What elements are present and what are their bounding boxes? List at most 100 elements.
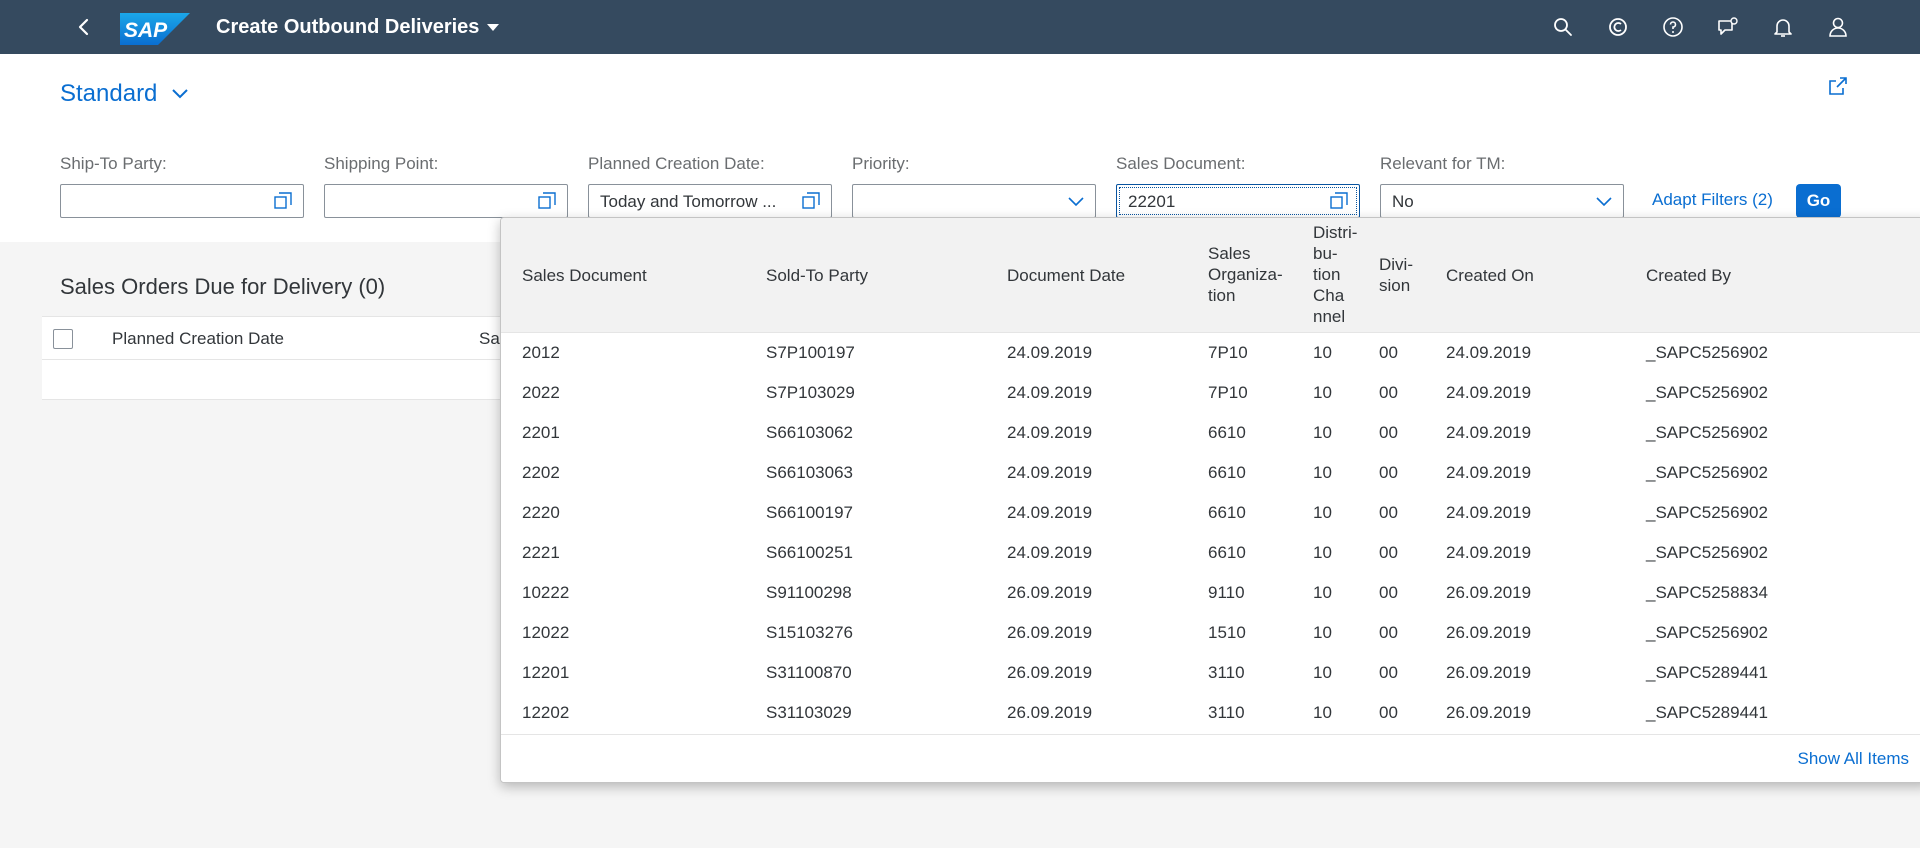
- cell-sold-to-party: S7P103029: [766, 383, 855, 402]
- value-help-icon[interactable]: [273, 191, 293, 211]
- cell-division: 00: [1379, 463, 1398, 482]
- suggestion-row[interactable]: 10222 S91100298 26.09.2019 9110 10 00 26.09.20…: [501, 573, 1920, 613]
- cell-created-on: 26.09.2019: [1446, 623, 1532, 642]
- cell-sales-document: 2022: [522, 383, 560, 402]
- suggestion-row[interactable]: 2012 S7P100197 24.09.2019 7P10 10 00 24.09.201…: [501, 333, 1920, 373]
- cell-sales-organization: 7P10: [1208, 383, 1248, 402]
- suggestion-row[interactable]: 12022 S15103276 26.09.2019 1510 10 00 26.09.20…: [501, 613, 1920, 653]
- cell-document-date: 26.09.2019: [1007, 583, 1093, 602]
- cell-sold-to-party: S66100197: [766, 503, 853, 522]
- cell-sales-organization: 3110: [1208, 663, 1245, 682]
- cell-created-by: _SAPC5289441: [1646, 703, 1768, 722]
- user-icon[interactable]: [1826, 15, 1850, 39]
- go-button[interactable]: Go: [1796, 184, 1841, 218]
- caret-down-icon: [487, 23, 500, 31]
- cell-sold-to-party: S91100298: [766, 583, 852, 602]
- column-header-sales-document[interactable]: Sa: [479, 329, 500, 349]
- back-icon[interactable]: [72, 15, 96, 39]
- show-all-items-link[interactable]: Show All Items: [1798, 749, 1910, 769]
- cell-sales-organization: 6610: [1208, 423, 1246, 442]
- chevron-down-icon[interactable]: [1595, 193, 1613, 211]
- filter-sales-document: Sales Document: 22201: [1116, 154, 1360, 218]
- cell-sales-document: 12022: [522, 623, 570, 642]
- filter-shipping-point: Shipping Point:: [324, 154, 568, 218]
- value-help-icon[interactable]: [801, 191, 821, 211]
- header-created-on: Created On: [1446, 266, 1534, 285]
- filter-label: Sales Document:: [1116, 154, 1246, 173]
- app-title: Create Outbound Deliveries: [216, 15, 480, 38]
- ship-to-party-input[interactable]: [60, 184, 304, 218]
- suggestion-row[interactable]: 2220 S66100197 24.09.2019 6610 10 00 24.09.201…: [501, 493, 1920, 533]
- cell-sales-document: 2012: [522, 343, 560, 362]
- suggestion-row[interactable]: 2202 S66103063 24.09.2019 6610 10 00 24.09.201…: [501, 453, 1920, 493]
- cell-distribution-channel: 10: [1313, 703, 1332, 722]
- cell-division: 00: [1379, 503, 1398, 522]
- cell-created-on: 24.09.2019: [1446, 343, 1532, 362]
- help-icon[interactable]: [1661, 15, 1685, 39]
- cell-sales-document: 2220: [522, 503, 560, 522]
- cell-created-by: _SAPC5256902: [1646, 623, 1768, 642]
- share-icon[interactable]: [1826, 74, 1850, 98]
- chevron-down-icon: [172, 89, 189, 99]
- cell-created-by: _SAPC5256902: [1646, 383, 1768, 402]
- suggestions-footer: Show All Items: [501, 734, 1920, 782]
- shell-bar: SAP Create Outbound Deliveries: [0, 0, 1920, 54]
- filter-planned-creation-date: Planned Creation Date: Today and Tomorro…: [588, 154, 832, 218]
- sap-logo[interactable]: SAP: [120, 13, 190, 45]
- suggestion-row[interactable]: 12202 S31103029 26.09.2019 3110 10 00 26.09.20…: [501, 693, 1920, 733]
- planned-creation-date-input[interactable]: Today and Tomorrow ...: [588, 184, 832, 218]
- cell-division: 00: [1379, 703, 1398, 722]
- filter-value: Today and Tomorrow ...: [600, 192, 777, 211]
- suggestion-row[interactable]: 2221 S66100251 24.09.2019 6610 10 00 24.09.201…: [501, 533, 1920, 573]
- select-all-checkbox[interactable]: [53, 329, 73, 349]
- cell-created-by: _SAPC5289441: [1646, 663, 1768, 682]
- suggestion-row[interactable]: 2022 S7P103029 24.09.2019 7P10 10 00 24.09.201…: [501, 373, 1920, 413]
- cell-sales-document: 12201: [522, 663, 570, 682]
- cell-division: 00: [1379, 663, 1398, 682]
- chevron-down-icon[interactable]: [1067, 193, 1085, 211]
- column-header-planned-creation-date[interactable]: Planned Creation Date: [112, 329, 284, 349]
- cell-created-on: 24.09.2019: [1446, 503, 1532, 522]
- cell-division: 00: [1379, 343, 1398, 362]
- header-created-by: Created By: [1646, 266, 1732, 285]
- copilot-icon[interactable]: [1606, 15, 1630, 39]
- header-sales-organization: Sales Organiza- tion: [1208, 244, 1283, 305]
- cell-division: 00: [1379, 383, 1398, 402]
- cell-document-date: 24.09.2019: [1007, 383, 1093, 402]
- cell-created-on: 24.09.2019: [1446, 383, 1532, 402]
- table-title: Sales Orders Due for Delivery (0): [60, 274, 386, 299]
- cell-distribution-channel: 10: [1313, 623, 1332, 642]
- cell-sales-organization: 1510: [1208, 623, 1246, 642]
- suggestion-row[interactable]: 2201 S66103062 24.09.2019 6610 10 00 24.09.201…: [501, 413, 1920, 453]
- header-distribution-channel: Distri- bu- tion Cha nnel: [1313, 223, 1358, 326]
- value-help-icon[interactable]: [537, 191, 557, 211]
- cell-distribution-channel: 10: [1313, 343, 1332, 362]
- filter-priority: Priority:: [852, 154, 1096, 218]
- cell-document-date: 24.09.2019: [1007, 503, 1093, 522]
- cell-sales-document: 2221: [522, 543, 560, 562]
- variant-selector[interactable]: Standard: [60, 80, 191, 108]
- cell-sales-organization: 7P10: [1208, 343, 1248, 362]
- value-help-icon[interactable]: [1329, 191, 1349, 211]
- cell-division: 00: [1379, 543, 1398, 562]
- cell-sales-document: 2201: [522, 423, 560, 442]
- search-icon[interactable]: [1551, 15, 1575, 39]
- filter-label: Relevant for TM:: [1380, 154, 1506, 173]
- suggestion-row[interactable]: 12201 S31100870 26.09.2019 3110 10 00 26.09.20…: [501, 653, 1920, 693]
- app-title-menu[interactable]: Create Outbound Deliveries: [216, 0, 500, 54]
- sales-document-input[interactable]: 22201: [1116, 184, 1360, 218]
- adapt-filters-button[interactable]: Adapt Filters (2): [1652, 190, 1773, 210]
- feedback-icon[interactable]: [1716, 15, 1740, 39]
- shipping-point-input[interactable]: [324, 184, 568, 218]
- cell-document-date: 26.09.2019: [1007, 663, 1093, 682]
- filter-relevant-for-tm: Relevant for TM: No: [1380, 154, 1624, 218]
- filter-value: No: [1392, 192, 1414, 211]
- relevant-for-tm-select[interactable]: No: [1380, 184, 1624, 218]
- sales-document-suggestions: Sales Document Sold-To Party Document Date…: [500, 217, 1920, 783]
- notifications-icon[interactable]: [1771, 15, 1795, 39]
- filter-label: Ship-To Party:: [60, 154, 167, 173]
- priority-select[interactable]: [852, 184, 1096, 218]
- cell-document-date: 24.09.2019: [1007, 423, 1093, 442]
- cell-distribution-channel: 10: [1313, 583, 1332, 602]
- cell-sold-to-party: S31103029: [766, 703, 852, 722]
